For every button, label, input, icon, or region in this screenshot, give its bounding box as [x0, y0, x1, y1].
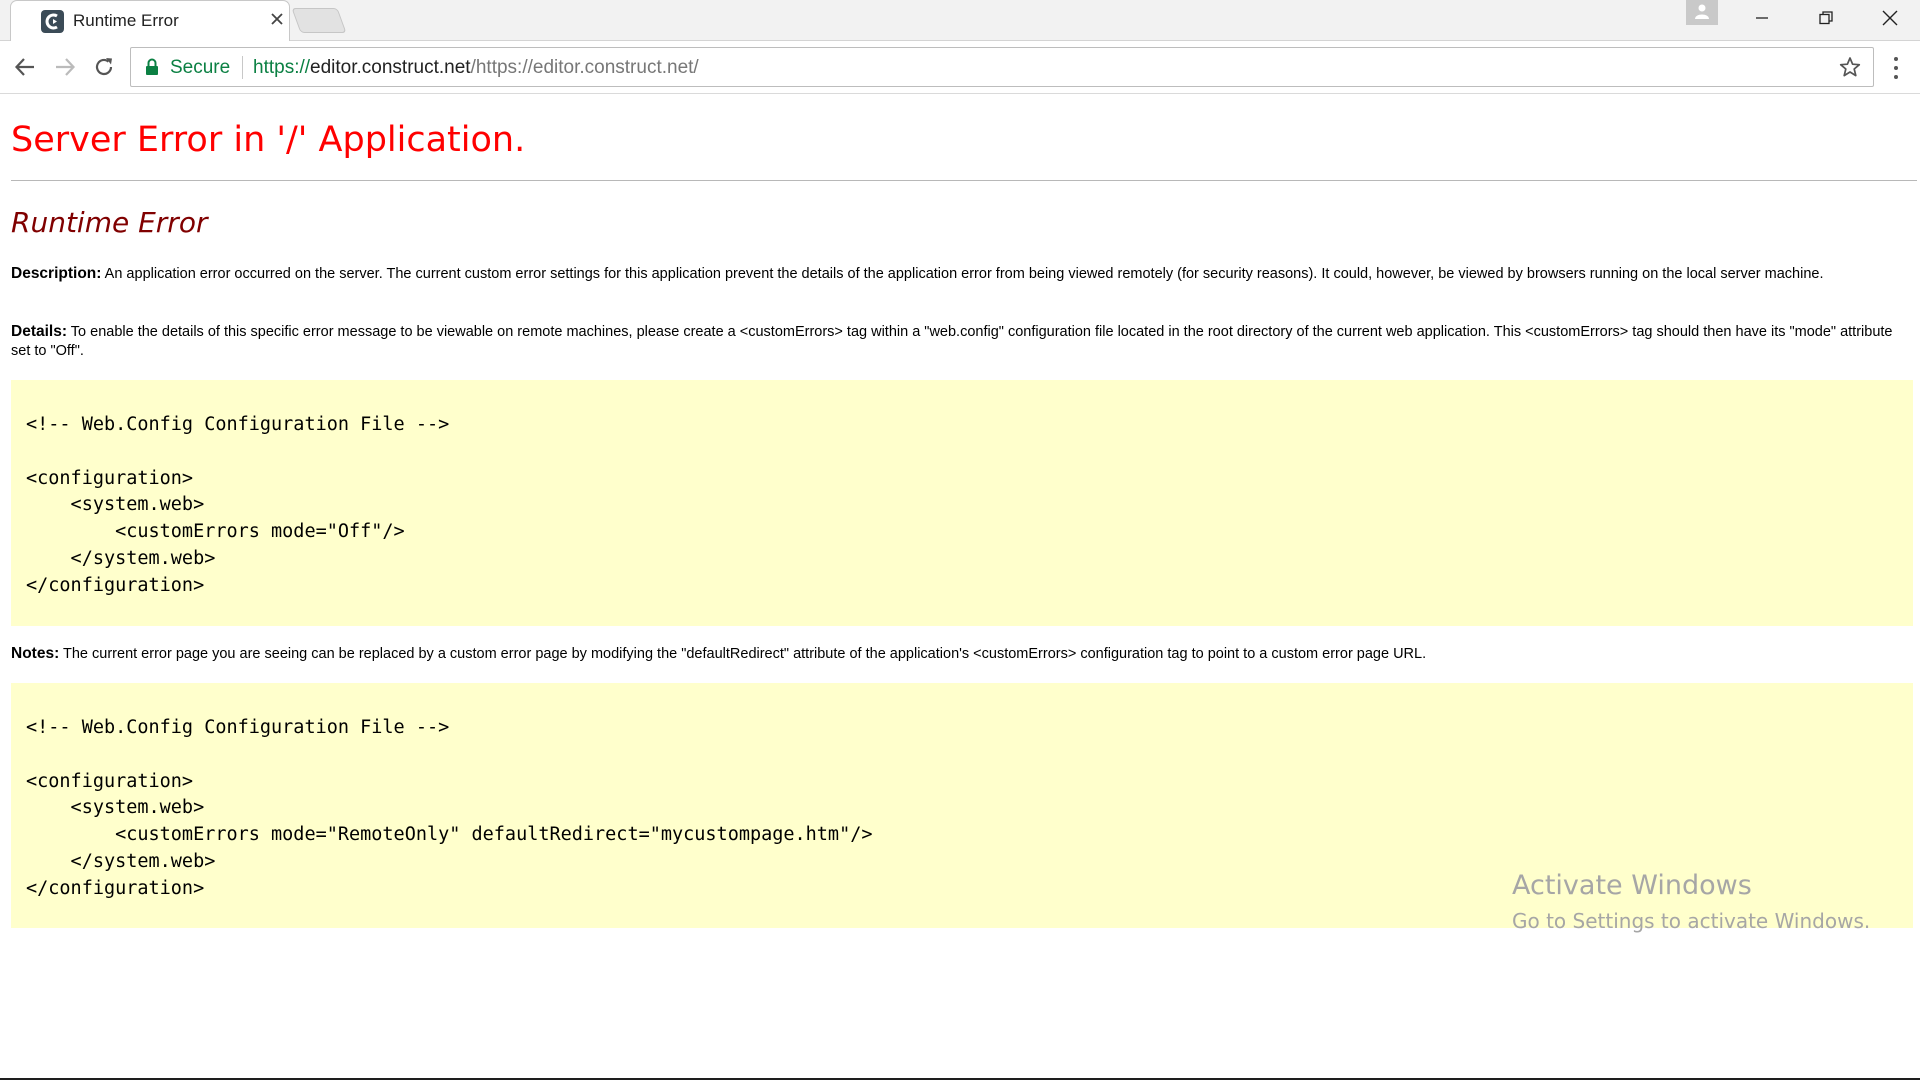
activate-windows-watermark: Activate Windows Go to Settings to activ… — [1512, 870, 1870, 933]
star-icon[interactable] — [1839, 56, 1861, 83]
browser-tab-strip: Runtime Error — [0, 0, 1920, 41]
url-path: /https://editor.construct.net/ — [470, 57, 699, 78]
code-line: </system.web> — [26, 547, 216, 569]
lock-icon — [145, 58, 159, 81]
construct-logo-icon — [41, 10, 64, 33]
details-label: Details: — [11, 323, 67, 340]
profile-person-icon[interactable] — [1686, 0, 1718, 25]
description-label: Description: — [11, 265, 102, 282]
restore-icon[interactable] — [1796, 0, 1856, 36]
code-block-off: <!-- Web.Config Configuration File --> <c… — [11, 380, 1913, 626]
code-line: <configuration> — [26, 467, 194, 489]
forward-arrow-icon[interactable] — [50, 52, 80, 82]
url-text[interactable]: https://editor.construct.net/https://edi… — [253, 57, 699, 79]
watermark-title: Activate Windows — [1512, 870, 1752, 901]
back-arrow-icon[interactable] — [10, 52, 40, 82]
address-separator — [242, 56, 243, 79]
description-paragraph: Description: An application error occurr… — [11, 264, 1911, 284]
code-line: <!-- Web.Config Configuration File --> — [26, 717, 450, 738]
code-line: </configuration> — [26, 574, 205, 596]
notes-text: The current error page you are seeing ca… — [63, 646, 1427, 662]
url-host: editor.construct.net — [310, 57, 471, 78]
code-line: <system.web> — [26, 797, 205, 819]
page-title: Server Error in '/' Application. — [11, 120, 526, 160]
watermark-subtitle: Go to Settings to activate Windows. — [1512, 909, 1871, 933]
description-text: An application error occurred on the ser… — [104, 266, 1824, 282]
reload-icon[interactable] — [89, 52, 119, 82]
divider — [11, 180, 1917, 181]
tab-title: Runtime Error — [73, 11, 179, 30]
browser-toolbar: Secure https://editor.construct.net/http… — [0, 41, 1920, 94]
window-close-icon[interactable] — [1860, 0, 1920, 36]
tab-close-icon[interactable] — [267, 10, 287, 30]
url-scheme: https:// — [253, 57, 311, 78]
details-paragraph: Details: To enable the details of this s… — [11, 322, 1911, 361]
code-line: <customErrors mode="RemoteOnly" defaultR… — [26, 824, 873, 846]
code-line: <configuration> — [26, 770, 194, 792]
security-label: Secure — [170, 57, 231, 78]
notes-paragraph: Notes: The current error page you are se… — [11, 644, 1911, 664]
tab-runtime-error[interactable]: Runtime Error — [10, 0, 290, 41]
address-bar[interactable]: Secure https://editor.construct.net/http… — [130, 47, 1874, 87]
code-line: <!-- Web.Config Configuration File --> — [26, 414, 450, 435]
code-line: <customErrors mode="Off"/> — [26, 521, 405, 543]
notes-label: Notes: — [11, 645, 60, 662]
minimize-icon[interactable] — [1732, 0, 1792, 36]
more-vertical-icon[interactable] — [1886, 53, 1906, 83]
code-line: <system.web> — [26, 494, 205, 516]
new-tab-icon[interactable] — [291, 8, 347, 33]
error-subtitle: Runtime Error — [11, 206, 208, 239]
details-text: To enable the details of this specific e… — [11, 324, 1893, 359]
